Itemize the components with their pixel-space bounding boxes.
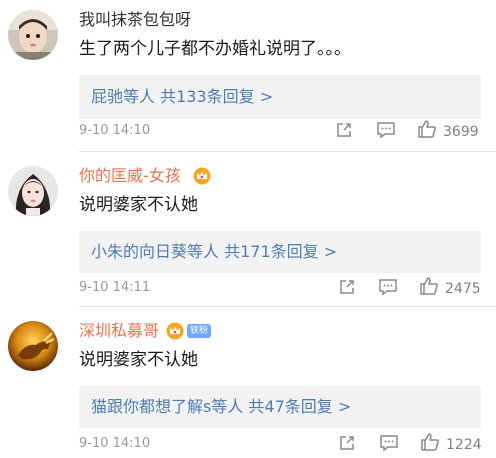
fans-badge: 铁粉 (187, 324, 212, 338)
crown-badge-icon (166, 322, 184, 340)
avatar[interactable] (8, 166, 58, 216)
comment-meta: 9-10 14:10 1224 (79, 432, 486, 458)
avatar[interactable] (8, 10, 58, 60)
comment-text: 说明婆家不认她 (79, 350, 198, 370)
comment-text: 说明婆家不认她 (79, 195, 198, 215)
comment-icon[interactable] (379, 434, 399, 456)
avatar[interactable] (8, 321, 58, 371)
comment-time: 9-10 14:10 (79, 436, 151, 451)
share-icon[interactable] (338, 434, 356, 456)
username[interactable]: 我叫抹茶包包呀 (79, 10, 191, 30)
comment-icon[interactable] (376, 121, 396, 143)
like-count: 3699 (443, 124, 479, 140)
comment-meta: 9-10 14:11 2475 (79, 276, 486, 302)
reply-summary-box[interactable]: 屁驰等人 共133条回复 > (79, 75, 481, 119)
share-icon[interactable] (335, 121, 353, 143)
username[interactable]: 你的匡威-女孩 (79, 166, 181, 186)
comment-time: 9-10 14:11 (79, 280, 151, 295)
crown-badge-icon (193, 167, 211, 185)
username[interactable]: 深圳私募哥 (79, 321, 159, 341)
reply-summary-link[interactable]: 猫跟你都想了解s等人 共47条回复 > (91, 386, 351, 428)
reply-summary-box[interactable]: 猫跟你都想了解s等人 共47条回复 > (79, 386, 481, 428)
share-icon[interactable] (338, 278, 356, 300)
comment-item: 我叫抹茶包包呀 生了两个儿子都不办婚礼说明了。。。 屁驰等人 共133条回复 >… (0, 0, 496, 152)
like-icon[interactable] (417, 119, 437, 143)
comment-item: 深圳私募哥 铁粉 说明婆家不认她 猫跟你都想了解s等人 共47条回复 > 9-1… (0, 307, 496, 457)
comment-time: 9-10 14:10 (79, 123, 151, 138)
reply-summary-link[interactable]: 屁驰等人 共133条回复 > (91, 75, 273, 119)
like-count: 2475 (445, 281, 481, 297)
comment-item: 你的匡威-女孩 说明婆家不认她 小朱的向日葵等人 共171条回复 > 9-10 … (0, 152, 496, 307)
comment-icon[interactable] (378, 278, 398, 300)
like-count: 1224 (446, 437, 482, 453)
like-icon[interactable] (420, 432, 440, 456)
comment-text: 生了两个儿子都不办婚礼说明了。。。 (79, 39, 351, 59)
reply-summary-link[interactable]: 小朱的向日葵等人 共171条回复 > (91, 231, 337, 273)
reply-summary-box[interactable]: 小朱的向日葵等人 共171条回复 > (79, 231, 481, 273)
comment-meta: 9-10 14:10 3699 (79, 119, 486, 145)
like-icon[interactable] (419, 276, 439, 300)
